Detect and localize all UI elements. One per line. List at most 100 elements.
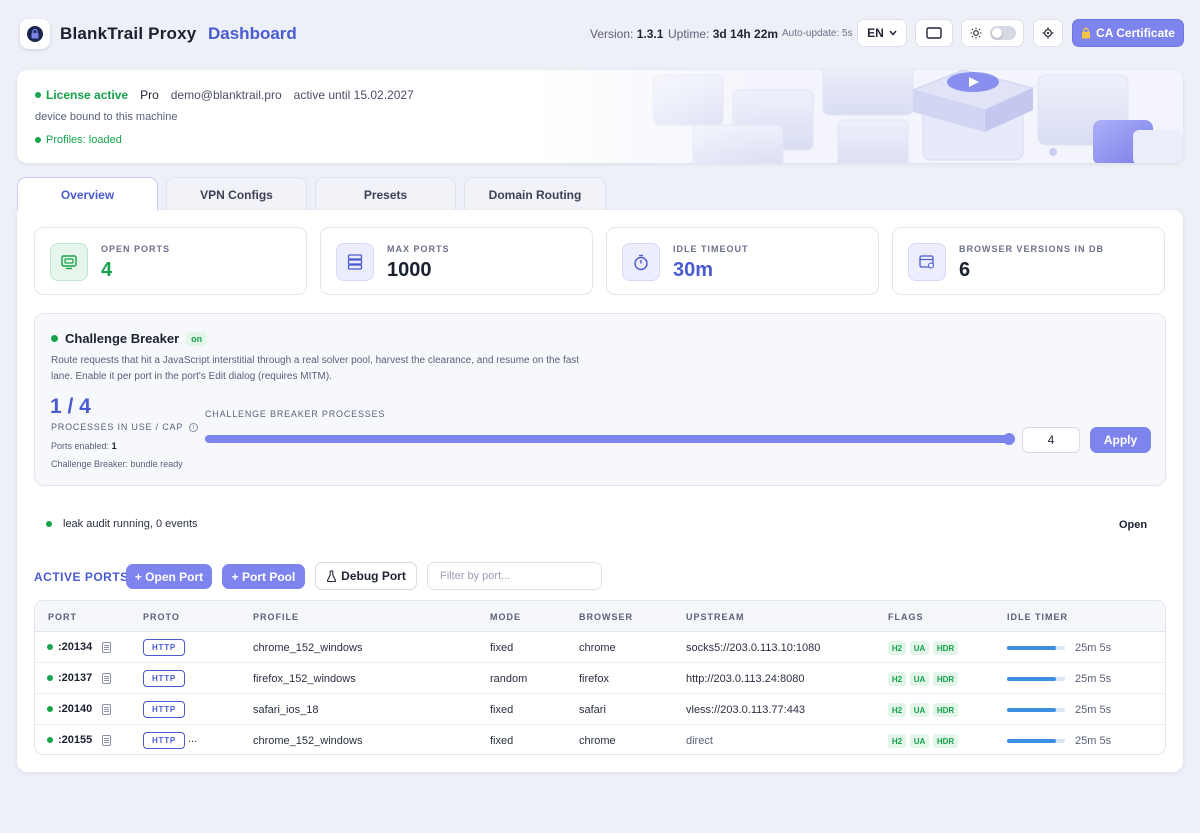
more-indicator[interactable]: ...: [188, 733, 197, 745]
stat-value: 4: [101, 259, 113, 281]
info-icon[interactable]: i: [189, 422, 199, 432]
col-header-port[interactable]: PORT: [48, 612, 77, 622]
col-header-profile[interactable]: PROFILE: [253, 612, 299, 622]
monitor-icon: [50, 243, 88, 281]
challenge-breaker-description: Route requests that hit a JavaScript int…: [51, 355, 580, 382]
flag-badge: H2: [888, 641, 906, 655]
license-expiry: active until 15.02.2027: [293, 88, 414, 102]
app-logo: [20, 19, 50, 49]
language-value: EN: [867, 26, 884, 40]
status-dot-icon: [46, 521, 52, 527]
flag-badge: UA: [910, 734, 929, 748]
slider-handle[interactable]: [1003, 433, 1015, 445]
tab-presets[interactable]: Presets: [315, 177, 456, 211]
copy-icon[interactable]: [102, 734, 112, 746]
upstream-cell: vless://203.0.113.77:443: [686, 704, 806, 716]
col-header-mode[interactable]: MODE: [490, 612, 521, 622]
idle-timer-cell: 25m 5s: [1075, 673, 1112, 685]
port-cell: :20140: [47, 703, 112, 715]
gear-icon: [1042, 27, 1054, 39]
tab-vpn-configs[interactable]: VPN Configs: [166, 177, 307, 211]
idle-timer-cell: 25m 5s: [1075, 642, 1112, 654]
idle-progress-fill: [1007, 646, 1057, 650]
processes-input[interactable]: 4: [1022, 427, 1080, 453]
status-dot-icon: [35, 92, 41, 98]
ca-certificate-button[interactable]: CA Certificate: [1072, 19, 1184, 47]
status-badge: on: [186, 331, 208, 346]
apply-button[interactable]: Apply: [1090, 427, 1151, 453]
processes-caption: PROCESSES IN USE / CAP i: [51, 422, 199, 432]
upstream-cell: socks5://203.0.113.10:1080: [686, 642, 821, 654]
profile-cell: firefox_152_windows: [253, 673, 356, 685]
lock-icon: [1082, 27, 1091, 39]
license-status-row: License active Pro demo@blanktrail.pro a…: [35, 88, 414, 102]
status-dot-icon: [35, 137, 41, 143]
theme-switch[interactable]: [989, 26, 1016, 40]
mode-cell: fixed: [490, 642, 514, 654]
open-port-button[interactable]: + Open Port: [126, 564, 212, 589]
bundle-status: Challenge Breaker: bundle ready: [51, 459, 183, 469]
idle-progress-bar: [1007, 646, 1065, 650]
copy-icon[interactable]: [102, 672, 112, 684]
leak-audit-open-link[interactable]: Open: [1119, 519, 1147, 531]
table-row[interactable]: :20140 HTTP safari_ios_18 fixed safari v…: [35, 694, 1165, 725]
profile-cell: chrome_152_windows: [253, 735, 363, 747]
device-bound-text: device bound to this machine: [35, 111, 178, 123]
proto-badge: HTTP: [143, 732, 185, 749]
stat-label: OPEN PORTS: [101, 244, 171, 254]
table-row[interactable]: :20137 HTTP firefox_152_windows random f…: [35, 663, 1165, 694]
fullscreen-button[interactable]: [915, 19, 953, 47]
proto-badge: HTTP: [143, 670, 185, 687]
status-dot-icon: [47, 737, 53, 743]
ports-enabled: Ports enabled: 1: [51, 441, 117, 451]
stat-label: MAX PORTS: [387, 244, 450, 254]
col-header-browser[interactable]: BROWSER: [579, 612, 633, 622]
stat-card-open-ports: OPEN PORTS 4: [34, 227, 307, 295]
idle-progress-fill: [1007, 677, 1057, 681]
theme-toggle[interactable]: [961, 19, 1024, 47]
col-header-idle-timer[interactable]: IDLE TIMER: [1007, 612, 1068, 622]
license-email: demo@blanktrail.pro: [170, 88, 282, 102]
copy-icon[interactable]: [102, 641, 112, 653]
col-header-proto[interactable]: PROTO: [143, 612, 180, 622]
col-header-flags[interactable]: FLAGS: [888, 612, 924, 622]
status-dot-icon: [51, 335, 58, 342]
flag-badge: UA: [910, 641, 929, 655]
flag-badge: HDR: [933, 703, 958, 717]
port-pool-button[interactable]: + Port Pool: [222, 564, 305, 589]
port-cell: :20155: [47, 734, 112, 746]
processes-label: CHALLENGE BREAKER PROCESSES: [205, 409, 386, 419]
debug-port-label: Debug Port: [341, 569, 406, 583]
stat-card-idle-timeout: IDLE TIMEOUT 30m: [606, 227, 879, 295]
upstream-cell: direct: [686, 735, 713, 747]
idle-progress-fill: [1007, 739, 1057, 743]
table-header: PORT PROTO PROFILE MODE BROWSER UPSTREAM…: [35, 601, 1165, 632]
idle-timer-cell: 25m 5s: [1075, 735, 1112, 747]
language-select[interactable]: EN: [857, 19, 907, 47]
settings-button[interactable]: [1033, 19, 1063, 47]
browser-cell: safari: [579, 704, 606, 716]
idle-progress-bar: [1007, 739, 1065, 743]
tab-overview[interactable]: Overview: [17, 177, 158, 211]
server-icon: [336, 243, 374, 281]
slider-fill: [205, 435, 1009, 443]
copy-icon[interactable]: [102, 703, 112, 715]
stat-card-max-ports: MAX PORTS 1000: [320, 227, 593, 295]
debug-port-button[interactable]: Debug Port: [315, 562, 417, 590]
shield-lock-icon: [27, 26, 43, 42]
proto-badge: HTTP: [143, 701, 185, 718]
proto-badge: HTTP: [143, 639, 185, 656]
processes-slider[interactable]: [205, 433, 1015, 445]
ca-certificate-label: CA Certificate: [1096, 26, 1175, 40]
profile-cell: safari_ios_18: [253, 704, 319, 716]
table-row[interactable]: :20155 HTTP ... chrome_152_windows fixed…: [35, 725, 1165, 754]
tab-domain-routing[interactable]: Domain Routing: [464, 177, 606, 211]
flag-badge: UA: [910, 672, 929, 686]
mode-cell: random: [490, 673, 528, 685]
idle-progress-bar: [1007, 708, 1065, 712]
leak-audit-status: leak audit running, 0 events: [46, 518, 198, 530]
port-filter-input[interactable]: [427, 562, 602, 590]
autoupdate-info: Auto-update: 5s: [782, 28, 853, 39]
table-row[interactable]: :20134 HTTP chrome_152_windows fixed chr…: [35, 632, 1165, 663]
col-header-upstream[interactable]: UPSTREAM: [686, 612, 745, 622]
